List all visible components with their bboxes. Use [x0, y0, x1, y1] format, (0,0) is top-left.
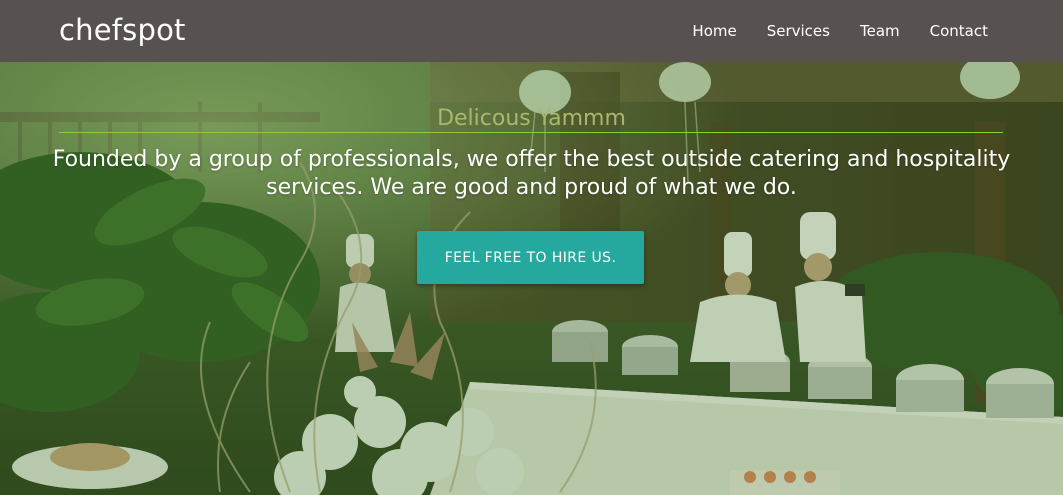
nav-link-services[interactable]: Services: [767, 22, 830, 40]
hero-lead-text: Founded by a group of professionals, we …: [52, 147, 1011, 200]
brand-logo[interactable]: chefspot: [59, 11, 186, 49]
nav-link-home[interactable]: Home: [692, 22, 736, 40]
hire-us-button[interactable]: FEEL FREE TO HIRE US.: [417, 231, 644, 284]
page: chefspot Home Services Team Contact Deli…: [0, 0, 1063, 495]
hero-tagline: Delicous Yammm: [437, 106, 626, 131]
tagline-divider: [59, 132, 1003, 133]
nav-menu: Home Services Team Contact: [692, 0, 988, 62]
nav-link-team[interactable]: Team: [860, 22, 900, 40]
navbar: chefspot Home Services Team Contact: [0, 0, 1063, 62]
nav-link-contact[interactable]: Contact: [930, 22, 988, 40]
